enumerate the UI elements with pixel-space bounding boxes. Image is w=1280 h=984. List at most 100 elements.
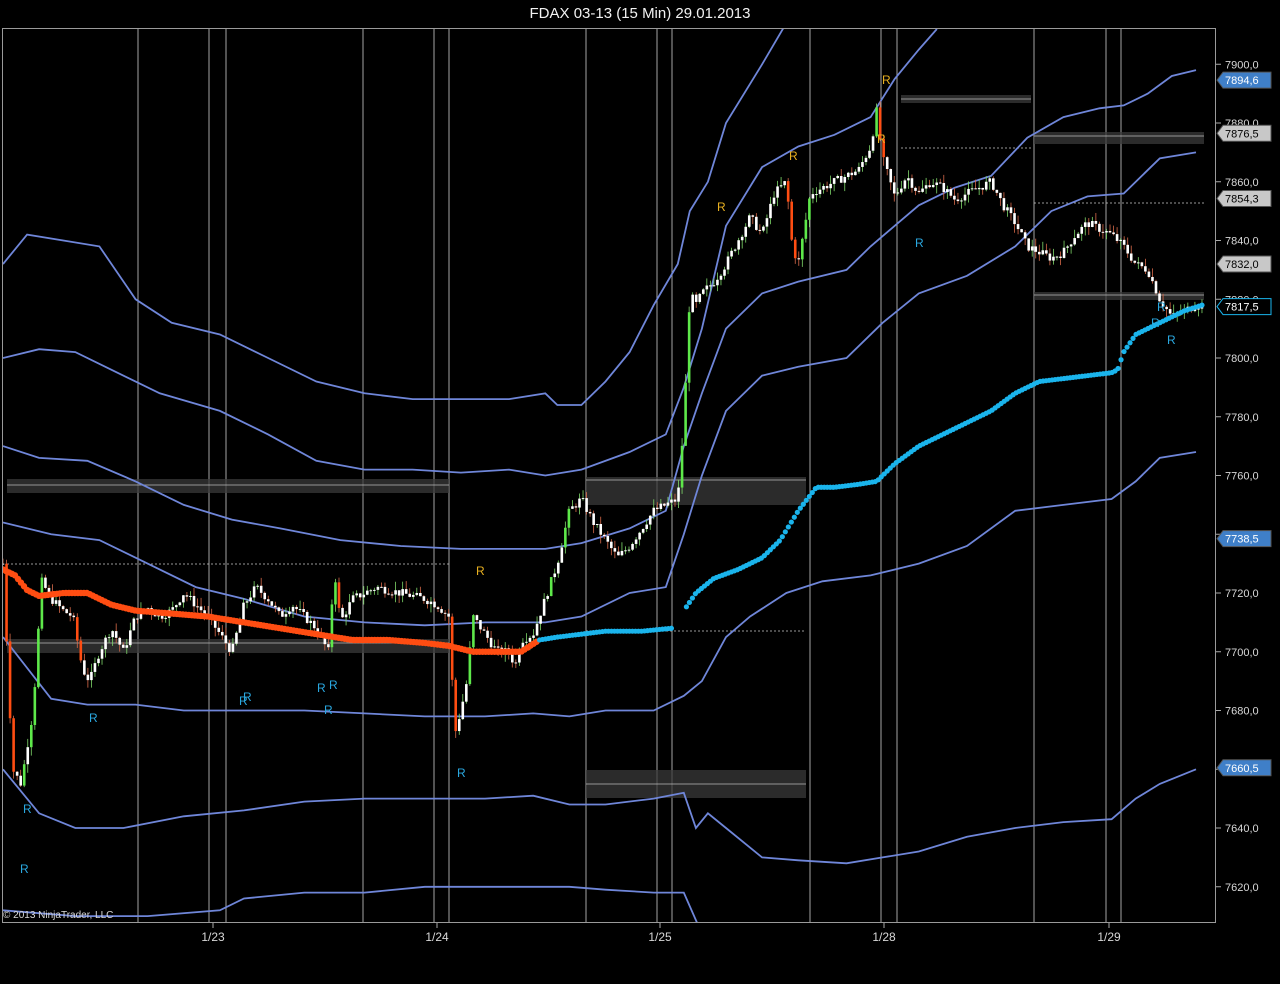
candle <box>411 591 415 600</box>
candle <box>1066 245 1069 254</box>
candle <box>426 598 429 609</box>
candle <box>1144 258 1147 274</box>
candle <box>832 177 836 192</box>
candle <box>889 168 893 191</box>
candle <box>97 655 100 667</box>
candle <box>1002 192 1006 213</box>
vwap-dot <box>1118 357 1124 363</box>
signal-r-label: R <box>789 149 798 163</box>
candle <box>698 293 702 304</box>
candle <box>1020 228 1023 233</box>
candle <box>93 657 97 677</box>
candle <box>924 177 928 194</box>
chart-plot-area[interactable]: RRRRRRRRRRRRRRRRRR <box>2 28 1216 923</box>
candle <box>433 598 436 608</box>
price-tick-label: 7900,0 <box>1225 59 1259 71</box>
candle <box>312 617 316 632</box>
price-tick-label: 7840,0 <box>1225 236 1259 248</box>
candle <box>776 180 779 207</box>
window-title-bar: FDAX 03-13 (15 Min) 29.01.2013 <box>0 0 1280 27</box>
candle <box>259 577 263 598</box>
price-marker-label: 7660,5 <box>1225 763 1259 775</box>
candle <box>1098 221 1101 237</box>
candle <box>751 214 755 225</box>
vwap-dot <box>776 538 782 544</box>
signal-r-label: R <box>717 200 726 214</box>
signal-r-label: R <box>457 766 466 780</box>
candle <box>846 171 850 180</box>
candle <box>843 174 847 192</box>
price-marker-current: 7817,5 <box>1216 298 1272 316</box>
vwap-dot <box>689 595 696 601</box>
price-axis[interactable]: 7620,07640,07660,07680,07700,07720,07740… <box>1216 28 1280 923</box>
candle <box>687 306 691 392</box>
candle <box>910 174 914 193</box>
candle <box>988 176 992 190</box>
candle <box>733 248 737 253</box>
candle <box>341 604 344 619</box>
candle <box>631 542 634 551</box>
candle <box>567 506 571 536</box>
candle <box>380 582 383 588</box>
candle <box>963 187 967 206</box>
price-tick-label: 7800,0 <box>1225 353 1259 365</box>
candle <box>854 169 857 176</box>
candle <box>938 178 942 184</box>
candle <box>1059 251 1062 266</box>
candle <box>104 635 107 658</box>
candle <box>263 591 267 604</box>
candle <box>394 581 397 603</box>
candle <box>454 677 458 738</box>
candle <box>465 680 468 704</box>
candle <box>758 224 762 235</box>
candle <box>857 162 861 174</box>
envelope-band-1 <box>3 29 938 477</box>
candle <box>8 633 12 724</box>
candle <box>599 516 603 544</box>
candle <box>546 594 549 602</box>
candle <box>383 582 387 598</box>
time-tick-label: 1/23 <box>201 930 225 944</box>
signal-r-label: R <box>324 703 333 717</box>
candle <box>1091 216 1094 228</box>
candle <box>1048 248 1052 266</box>
candle <box>995 189 999 196</box>
candle <box>691 292 694 313</box>
candle <box>602 532 606 540</box>
candle <box>302 601 305 616</box>
candle <box>1151 268 1154 284</box>
candle <box>189 591 192 601</box>
candle <box>613 540 617 559</box>
candle <box>917 186 921 194</box>
price-tick-label: 7620,0 <box>1225 882 1259 894</box>
candle <box>235 631 238 646</box>
candle <box>861 156 864 172</box>
candle <box>921 180 924 193</box>
candle <box>514 659 518 669</box>
vwap-dot <box>1199 302 1205 308</box>
candle <box>680 438 684 494</box>
candle <box>779 177 783 189</box>
candle <box>61 604 65 612</box>
signal-r-label: R <box>1167 333 1176 347</box>
candle <box>22 759 26 788</box>
price-marker-label: 7894,6 <box>1225 75 1259 87</box>
chart-title: FDAX 03-13 (15 Min) 29.01.2013 <box>529 5 751 22</box>
time-tick-label: 1/28 <box>872 930 896 944</box>
candle <box>553 568 557 583</box>
candle <box>620 542 624 557</box>
candle <box>744 223 748 243</box>
candle <box>1129 245 1133 263</box>
candle <box>769 196 772 225</box>
candle <box>266 595 270 606</box>
signal-r-label: R <box>329 678 338 692</box>
candle <box>408 588 412 598</box>
time-axis[interactable]: 1/23 1/24 1/25 1/28 1/29 <box>0 923 1280 979</box>
price-zone-4 <box>1034 132 1204 144</box>
candle <box>1006 204 1009 217</box>
candle <box>627 546 631 553</box>
candle <box>765 214 769 234</box>
candle <box>401 581 404 603</box>
candle <box>277 606 281 615</box>
candle <box>72 612 76 621</box>
